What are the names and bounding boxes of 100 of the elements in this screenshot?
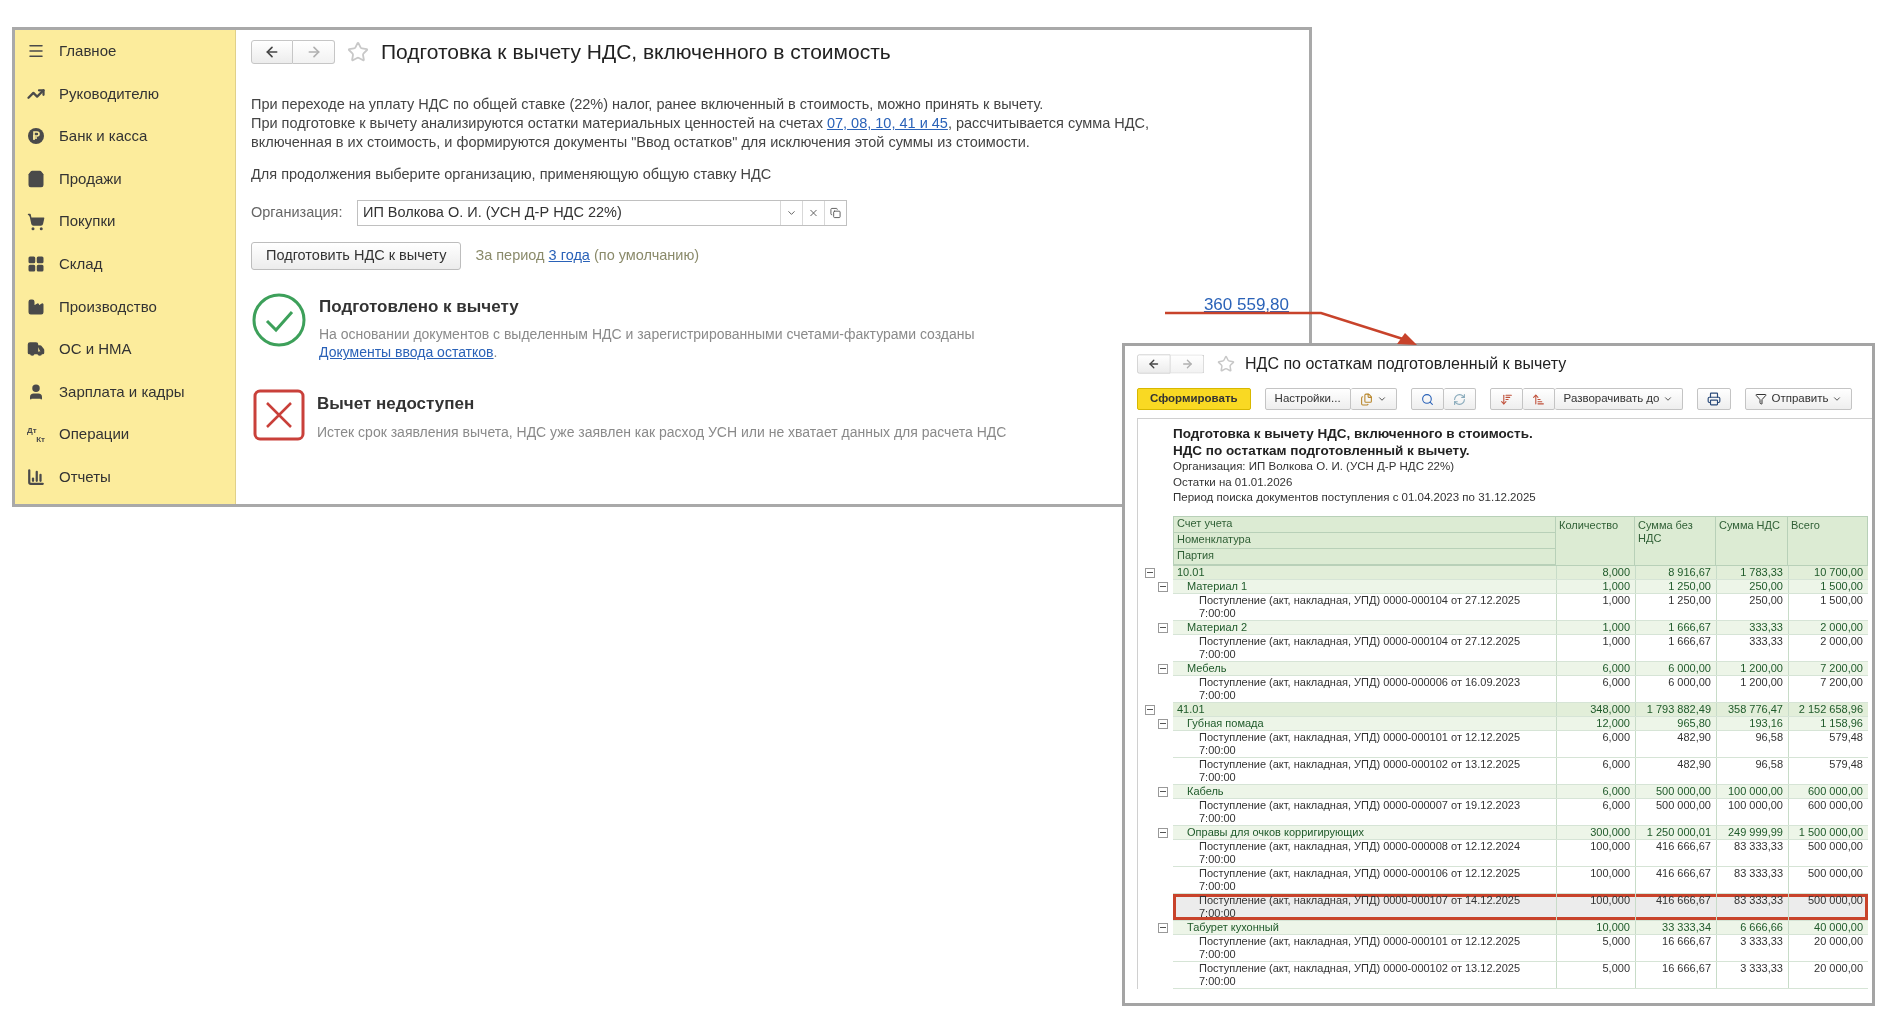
sidebar-item[interactable]: Склад	[15, 242, 235, 286]
amount-cell: 579,48	[1788, 730, 1868, 757]
report-row[interactable]: Поступление (акт, накладная, УПД) 0000-000107 от 14.12.2025 7:00:00 100,000 416 666,67 83 333,33 500 000,00	[1173, 893, 1868, 921]
collapse-button[interactable]	[1489, 388, 1523, 410]
report-row[interactable]: Поступление (акт, накладная, УПД) 0000-000104 от 27.12.2025 7:00:00 1,000 1 250,00 250,00 1 500,00	[1173, 593, 1868, 621]
expand-to-button[interactable]: Разворачивать до	[1554, 388, 1684, 410]
amount-cell: 10,000	[1556, 920, 1635, 934]
row-label: Поступление (акт, накладная, УПД) 0000-000006 от 16.09.2023 7:00:00	[1198, 675, 1522, 702]
amount-cell: 10 700,00	[1788, 565, 1868, 579]
sidebar-item[interactable]: Дт Кт Операции	[15, 413, 235, 456]
period-link[interactable]: 3 года	[548, 246, 590, 263]
collapse-icon[interactable]	[1158, 922, 1168, 933]
collapse-icon[interactable]	[1158, 663, 1168, 674]
amount-cell: 2 152 658,96	[1788, 702, 1868, 716]
favorite-star-icon[interactable]	[1217, 355, 1235, 373]
report-row[interactable]: Поступление (акт, накладная, УПД) 0000-000007 от 19.12.2023 7:00:00 6,000 500 000,00 100 000,00 600 000,00	[1173, 798, 1868, 826]
amount-cell: 1 500 000,00	[1788, 825, 1868, 839]
row-label: Поступление (акт, накладная, УПД) 0000-000102 от 13.12.2025 7:00:00	[1198, 961, 1522, 988]
sidebar-item[interactable]: ОС и НМА	[15, 328, 235, 371]
field-label: Организация:	[251, 202, 344, 222]
check-circle-icon	[251, 291, 307, 348]
documents-icon	[1359, 392, 1373, 406]
amount-cell: 1,000	[1556, 620, 1635, 634]
collapse-icon[interactable]	[1158, 581, 1168, 592]
coin-icon	[27, 127, 45, 146]
report-row[interactable]: Поступление (акт, накладная, УПД) 0000-000101 от 12.12.2025 7:00:00 5,000 16 666,67 3 333,33 20 000,00	[1173, 934, 1868, 962]
amount-cell: 3 333,33	[1716, 961, 1788, 988]
caret-icon	[1832, 394, 1843, 404]
sidebar-item[interactable]: Покупки	[15, 200, 235, 243]
amount-cell: 20 000,00	[1788, 961, 1868, 988]
organization-field[interactable]: ИП Волкова О. И. (УСН Д-Р НДС 22%)	[357, 199, 847, 226]
amount-cell: 193,16	[1716, 716, 1788, 730]
report-row[interactable]: Поступление (акт, накладная, УПД) 0000-000106 от 12.12.2025 7:00:00 100,000 416 666,67 83 333,33 500 000,00	[1173, 866, 1868, 894]
print-button[interactable]	[1697, 388, 1732, 410]
row-label: Оправы для очков корригирующих	[1186, 825, 1365, 839]
column-header: Сумма без НДС	[1635, 515, 1716, 566]
sidebar-item[interactable]: Производство	[15, 285, 235, 329]
factory-icon	[27, 297, 45, 316]
collapse-icon[interactable]	[1158, 827, 1168, 838]
sidebar-item[interactable]: Главное	[15, 30, 235, 73]
truck-icon	[27, 340, 45, 359]
settings-button[interactable]: Настройки...	[1264, 388, 1351, 410]
column-header: Всего	[1788, 515, 1868, 566]
column-header: Счет учета	[1174, 516, 1555, 533]
expand-button[interactable]	[1522, 388, 1555, 410]
person-icon	[27, 383, 45, 402]
collapse-icon[interactable]	[1158, 786, 1168, 797]
column-header: Сумма НДС	[1716, 515, 1788, 566]
sidebar-item[interactable]: Банк и касса	[15, 115, 235, 158]
collapse-icon[interactable]	[1158, 718, 1168, 729]
cart-icon	[27, 212, 45, 231]
accounts-link[interactable]: 07, 08, 10, 41 и 45	[826, 115, 948, 131]
amount-cell: 1 158,96	[1788, 716, 1868, 730]
window-title: НДС по остаткам подготовленный к вычету	[1245, 354, 1567, 374]
amount-cell: 16 666,67	[1635, 961, 1716, 988]
row-label: Губная помада	[1186, 716, 1265, 730]
sidebar-item[interactable]: Зарплата и кадры	[15, 370, 235, 414]
amount-cell: 333,33	[1716, 634, 1788, 661]
generate-button[interactable]: Сформировать	[1137, 388, 1251, 410]
prepare-button[interactable]: Подготовить НДС к вычету	[251, 241, 462, 270]
search-button[interactable]	[1410, 388, 1444, 410]
variants-button[interactable]	[1350, 388, 1397, 410]
amount-cell: 40 000,00	[1788, 920, 1868, 934]
amount-cell: 100,000	[1556, 866, 1635, 893]
amount-link[interactable]: 360 559,80	[1203, 291, 1289, 318]
sidebar-item[interactable]: Руководителю	[15, 72, 235, 116]
amount-cell: 6,000	[1556, 675, 1635, 702]
amount-cell: 16 666,67	[1635, 934, 1716, 961]
report-row[interactable]: Поступление (акт, накладная, УПД) 0000-000006 от 16.09.2023 7:00:00 6,000 6 000,00 1 200,00 7 200,00	[1173, 675, 1868, 703]
row-label: Материал 1	[1186, 579, 1249, 593]
favorite-star-icon[interactable]	[347, 41, 369, 63]
documents-link[interactable]: Документы ввода остатков	[319, 343, 494, 362]
report-row[interactable]: Поступление (акт, накладная, УПД) 0000-000102 от 13.12.2025 7:00:00 6,000 482,90 96,58 579,48	[1173, 757, 1868, 785]
amount-cell: 416 666,67	[1635, 893, 1716, 920]
amount-cell: 6,000	[1556, 784, 1635, 798]
back-button[interactable]	[1137, 354, 1171, 374]
report-row[interactable]: Поступление (акт, накладная, УПД) 0000-000102 от 13.12.2025 7:00:00 5,000 16 666,67 3 333,33 20 000,00	[1173, 961, 1868, 989]
send-button[interactable]: Отправить	[1745, 388, 1853, 410]
collapse-icon[interactable]	[1158, 622, 1168, 633]
row-label: Материал 2	[1186, 620, 1249, 634]
sidebar-item[interactable]: Отчеты	[15, 455, 235, 499]
collapse-icon[interactable]	[1145, 567, 1155, 578]
report-title: Подготовка к вычету НДС, включенного в стоимость.	[1173, 425, 1534, 442]
amount-cell: 6 000,00	[1635, 675, 1716, 702]
amount-cell: 500 000,00	[1635, 784, 1716, 798]
amount-cell: 965,80	[1635, 716, 1716, 730]
amount-cell: 500 000,00	[1788, 893, 1868, 920]
back-button[interactable]	[251, 40, 293, 64]
report-row[interactable]: Поступление (акт, накладная, УПД) 0000-000008 от 12.12.2024 7:00:00 100,000 416 666,67 83 333,33 500 000,00	[1173, 839, 1868, 867]
report-row[interactable]: Поступление (акт, накладная, УПД) 0000-000101 от 12.12.2025 7:00:00 6,000 482,90 96,58 579,48	[1173, 730, 1868, 758]
row-label: Поступление (акт, накладная, УПД) 0000-000104 от 27.12.2025 7:00:00	[1198, 593, 1522, 620]
print-icon	[1707, 392, 1722, 406]
amount-cell: 20 000,00	[1788, 934, 1868, 961]
report-row[interactable]: Поступление (акт, накладная, УПД) 0000-000104 от 27.12.2025 7:00:00 1,000 1 666,67 333,33 2 000,00	[1173, 634, 1868, 662]
collapse-icon[interactable]	[1145, 704, 1155, 715]
amount-cell: 100,000	[1556, 893, 1635, 920]
row-label: 10.01	[1176, 565, 1206, 579]
row-label: Поступление (акт, накладная, УПД) 0000-000101 от 12.12.2025 7:00:00	[1198, 730, 1522, 757]
sidebar-item[interactable]: Продажи	[15, 157, 235, 201]
row-label: 41.01	[1176, 702, 1206, 716]
